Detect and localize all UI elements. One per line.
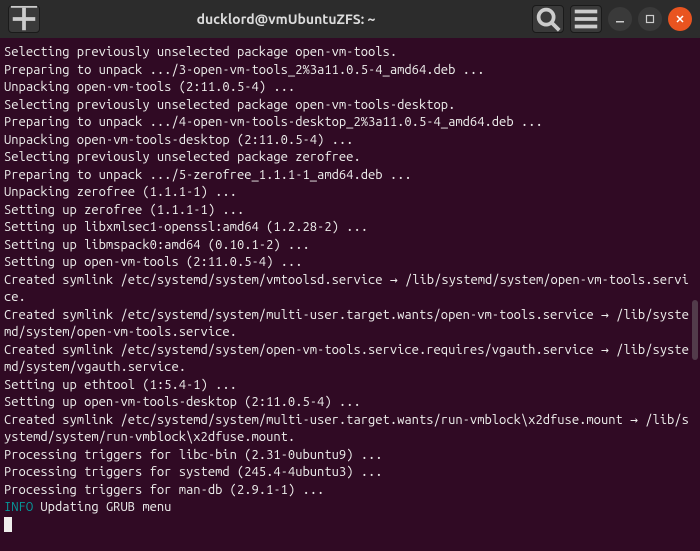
terminal-line: Unpacking open-vm-tools-desktop (2:11.0.… (4, 133, 353, 147)
close-button[interactable] (668, 7, 692, 31)
titlebar: ducklord@vmUbuntuZFS: ~ (0, 0, 700, 38)
terminal-line: Setting up open-vm-tools-desktop (2:11.0… (4, 395, 361, 409)
titlebar-left (8, 5, 40, 33)
terminal-line: Created symlink /etc/systemd/system/open… (4, 343, 689, 375)
terminal-line: Setting up libmspack0:amd64 (0.10.1-2) .… (4, 238, 310, 252)
info-text: Updating GRUB menu (33, 500, 171, 514)
minimize-button[interactable] (608, 7, 632, 31)
terminal-line: Setting up zerofree (1.1.1-1) ... (4, 203, 244, 217)
terminal-line: Selecting previously unselected package … (4, 45, 397, 59)
new-tab-button[interactable] (8, 5, 40, 33)
terminal-line: Preparing to unpack .../4-open-vm-tools-… (4, 115, 543, 129)
terminal-line: Preparing to unpack .../5-zerofree_1.1.1… (4, 168, 412, 182)
maximize-button[interactable] (638, 7, 662, 31)
terminal-line: Processing triggers for systemd (245.4-4… (4, 465, 383, 479)
terminal-line: Processing triggers for libc-bin (2.31-0… (4, 448, 383, 462)
terminal-line: Unpacking open-vm-tools (2:11.0.5-4) ... (4, 80, 295, 94)
terminal-line: Selecting previously unselected package … (4, 150, 361, 164)
terminal-line: Created symlink /etc/systemd/system/mult… (4, 308, 689, 340)
terminal-line: Unpacking zerofree (1.1.1-1) ... (4, 185, 237, 199)
terminal-line: Setting up libxmlsec1-openssl:amd64 (1.2… (4, 220, 368, 234)
terminal-line: Selecting previously unselected package … (4, 98, 455, 112)
terminal-line: Setting up ethtool (1:5.4-1) ... (4, 378, 237, 392)
terminal-line: Processing triggers for man-db (2.9.1-1)… (4, 483, 324, 497)
terminal-output[interactable]: Selecting previously unselected package … (0, 38, 700, 551)
window-title: ducklord@vmUbuntuZFS: ~ (46, 11, 526, 27)
info-label: INFO (4, 500, 33, 514)
terminal-line: Created symlink /etc/systemd/system/vmto… (4, 273, 689, 305)
search-button[interactable] (532, 5, 564, 33)
terminal-line: Setting up open-vm-tools (2:11.0.5-4) ..… (4, 255, 302, 269)
titlebar-right (532, 5, 692, 33)
menu-button[interactable] (570, 5, 602, 33)
terminal-line: Created symlink /etc/systemd/system/mult… (4, 413, 689, 445)
cursor (4, 517, 12, 532)
scrollbar[interactable] (692, 300, 698, 360)
terminal-line: Preparing to unpack .../3-open-vm-tools_… (4, 63, 484, 77)
